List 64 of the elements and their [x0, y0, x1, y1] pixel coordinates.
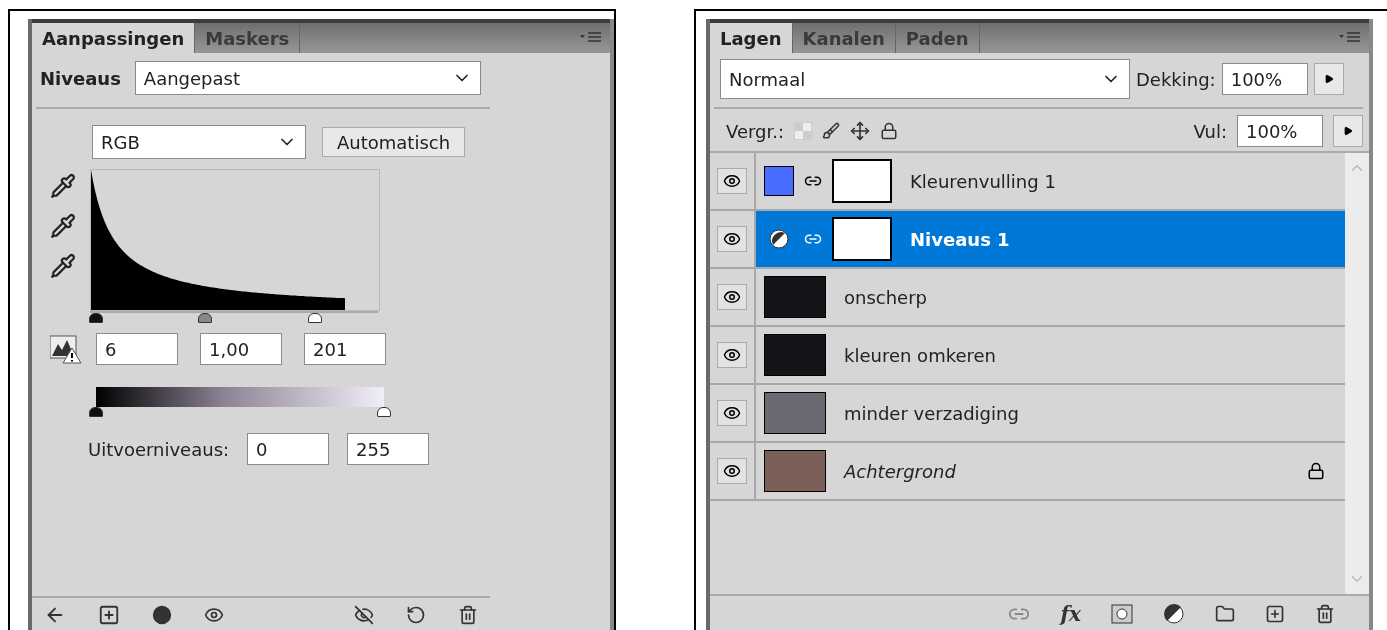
- new-layer-icon[interactable]: [1265, 604, 1285, 624]
- layer-item[interactable]: minder verzadiging: [756, 385, 1345, 441]
- photo-placeholder: [764, 450, 826, 492]
- fill-label: Vul:: [1193, 120, 1227, 142]
- menu-icon[interactable]: [580, 32, 602, 44]
- mask-thumbnail: [832, 217, 892, 261]
- eye-icon[interactable]: [717, 284, 747, 310]
- slider-thumb[interactable]: [198, 313, 213, 323]
- auto-button[interactable]: Automatisch: [322, 127, 466, 157]
- opacity-input[interactable]: 100%: [1221, 63, 1308, 95]
- folder-icon[interactable]: [1215, 604, 1235, 624]
- arrow-button[interactable]: [1333, 115, 1363, 147]
- slider-thumb[interactable]: [88, 313, 103, 323]
- eye-icon[interactable]: [717, 168, 747, 194]
- preset-dropdown[interactable]: Aangepast: [134, 61, 481, 95]
- photo-placeholder: [764, 334, 826, 376]
- reset-icon[interactable]: [406, 605, 426, 625]
- eyedropper-icon[interactable]: [50, 213, 76, 239]
- checker-icon[interactable]: [794, 122, 813, 140]
- slider-thumb[interactable]: [377, 407, 391, 417]
- menu-icon[interactable]: [1339, 32, 1361, 44]
- lock-icon[interactable]: [880, 122, 899, 140]
- adjustment-label: Niveaus: [40, 67, 121, 89]
- mask-thumbnail: [832, 159, 892, 203]
- arrow-button[interactable]: [1313, 63, 1344, 95]
- lock-label: Vergr.:: [726, 120, 785, 142]
- panel-tab[interactable]: Aanpassingen: [32, 23, 196, 53]
- level-input[interactable]: 255: [347, 433, 430, 465]
- eye-icon[interactable]: [717, 458, 747, 484]
- output-levels-label: Uitvoerniveaus:: [88, 438, 230, 460]
- eye-icon[interactable]: [717, 226, 747, 252]
- layer-item[interactable]: onscherp: [756, 269, 1345, 325]
- fill-input[interactable]: 100%: [1237, 115, 1323, 147]
- opacity-label: Dekking:: [1136, 68, 1216, 90]
- move-icon[interactable]: [850, 121, 871, 141]
- channel-dropdown[interactable]: RGB: [92, 125, 306, 159]
- level-input[interactable]: 1,00: [200, 333, 282, 365]
- trash-icon[interactable]: [458, 605, 478, 625]
- level-input[interactable]: 6: [96, 333, 178, 365]
- blend-mode-dropdown[interactable]: Normaal: [720, 59, 1130, 99]
- layer-item[interactable]: Niveaus 1: [756, 211, 1345, 267]
- layer-item[interactable]: Kleurenvulling 1: [756, 153, 1345, 209]
- layer-item[interactable]: kleuren omkeren: [756, 327, 1345, 383]
- photo-placeholder: [764, 276, 826, 318]
- layer-item[interactable]: Achtergrond: [756, 443, 1345, 499]
- effects-button[interactable]: fx: [1060, 602, 1081, 626]
- eye-icon[interactable]: [717, 400, 747, 426]
- eyedropper-icon[interactable]: [50, 253, 76, 279]
- histogram-warning-icon[interactable]: [50, 334, 82, 364]
- play-icon: [1323, 74, 1334, 84]
- brush-icon[interactable]: [822, 122, 841, 140]
- mask-icon[interactable]: [1111, 604, 1133, 624]
- level-input[interactable]: 0: [247, 433, 330, 465]
- slider-thumb[interactable]: [89, 407, 103, 417]
- play-icon: [1343, 126, 1353, 136]
- trash-icon[interactable]: [1315, 604, 1335, 624]
- eye-icon[interactable]: [717, 342, 747, 368]
- eye-icon[interactable]: [204, 605, 224, 625]
- eyedropper-icon[interactable]: [50, 173, 76, 199]
- adjustment-icon[interactable]: [1163, 603, 1185, 625]
- slider-thumb[interactable]: [307, 313, 322, 323]
- photo-placeholder: [764, 392, 826, 434]
- level-input[interactable]: 201: [304, 333, 386, 365]
- panel-tab[interactable]: Lagen: [710, 23, 793, 53]
